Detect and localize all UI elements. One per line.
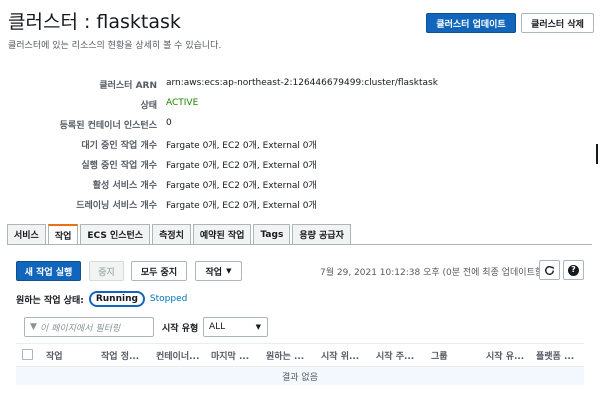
filter-icon: ▼ (30, 322, 37, 332)
running-filter-pill[interactable]: Running (88, 291, 145, 307)
detail-row-status: 상태 ACTIVE (0, 98, 600, 114)
tabs-divider (7, 244, 592, 245)
column-header[interactable]: 시작 위... (321, 349, 371, 362)
desired-state-row: 원하는 작업 상태: Running Stopped (16, 291, 187, 307)
update-cluster-button[interactable]: 클러스터 업데이트 (426, 13, 516, 33)
column-header[interactable]: 마지막 ... (211, 349, 261, 362)
page-title: 클러스터 : flasktask (8, 11, 181, 33)
detail-row-running-tasks: 실행 중인 작업 개수 Fargate 0개, EC2 0개, External… (0, 158, 600, 174)
detail-row-pending-tasks: 대기 중인 작업 개수 Fargate 0개, EC2 0개, External… (0, 138, 600, 154)
refresh-icon (545, 265, 554, 275)
tab-metrics[interactable]: 측정치 (152, 224, 191, 244)
detail-value: Fargate 0개, EC2 0개, External 0개 (166, 161, 317, 171)
tab-tasks[interactable]: 작업 (47, 224, 79, 245)
filter-placeholder: 이 페이지에서 필터링 (39, 323, 121, 334)
column-header[interactable]: 플랫폼 ... (536, 349, 582, 362)
actions-label: 작업 (205, 267, 223, 278)
detail-value: Fargate 0개, EC2 0개, External 0개 (166, 181, 317, 191)
actions-dropdown-button[interactable]: 작업 ▼ (195, 261, 242, 281)
detail-row-container-instances: 등록된 컨테이너 인스턴스 0 (0, 118, 600, 134)
detail-value: Fargate 0개, EC2 0개, External 0개 (166, 201, 317, 211)
tab-bar: 서비스 작업 ECS 인스턴스 측정치 예약된 작업 Tags 용량 공급자 (7, 224, 353, 245)
filter-input[interactable]: ▼ 이 페이지에서 필터링 (24, 317, 154, 337)
column-header[interactable]: 시작 유... (486, 349, 531, 362)
column-header[interactable]: 작업 (46, 349, 96, 362)
run-new-task-button[interactable]: 새 작업 실행 (16, 261, 81, 281)
detail-value: arn:aws:ecs:ap-northeast-2:126446679499:… (166, 78, 438, 88)
desired-state-label: 원하는 작업 상태: (16, 295, 84, 306)
tab-ecs-instances[interactable]: ECS 인스턴스 (80, 224, 151, 244)
detail-label: 드레이닝 서비스 개수 (76, 201, 157, 211)
delete-cluster-button[interactable]: 클러스터 삭제 (521, 13, 594, 33)
status-value: ACTIVE (166, 98, 199, 108)
tab-tags[interactable]: Tags (253, 224, 291, 244)
launch-type-value: ALL (209, 322, 226, 332)
question-icon: ? (568, 264, 579, 276)
launch-type-label: 시작 유형 (162, 324, 199, 334)
help-button[interactable]: ? (563, 260, 584, 280)
detail-value: 0 (166, 118, 172, 128)
tab-services[interactable]: 서비스 (7, 224, 46, 244)
launch-type-select[interactable]: ALL ▼ (203, 317, 268, 337)
tab-capacity-providers[interactable]: 용량 공급자 (292, 224, 351, 244)
tab-scheduled-tasks[interactable]: 예약된 작업 (192, 224, 252, 244)
column-header[interactable]: 원하는 ... (266, 349, 316, 362)
column-header[interactable]: 그룹 (431, 349, 481, 362)
empty-results-row: 결과 없음 (16, 367, 584, 385)
detail-label: 클러스터 ARN (99, 81, 157, 91)
refresh-button[interactable] (539, 260, 560, 280)
caret-down-icon: ▼ (226, 267, 232, 275)
table-header: 작업 작업 정... 컨테이너... 마지막 ... 원하는 ... 시작 위.… (16, 343, 584, 367)
stop-all-button[interactable]: 모두 중지 (131, 261, 187, 281)
column-header[interactable]: 컨테이너... (156, 349, 206, 362)
page-subtitle: 클러스터에 있는 리소스의 현황을 상세히 볼 수 있습니다. (8, 41, 222, 51)
detail-value: Fargate 0개, EC2 0개, External 0개 (166, 141, 317, 151)
stopped-filter-link[interactable]: Stopped (150, 294, 187, 304)
select-all-checkbox[interactable] (22, 349, 33, 360)
caret-down-icon: ▼ (255, 323, 261, 331)
detail-label: 등록된 컨테이너 인스턴스 (59, 121, 157, 131)
column-header[interactable]: 작업 정... (101, 349, 151, 362)
detail-label: 실행 중인 작업 개수 (81, 161, 157, 171)
detail-row-draining-services: 드레이닝 서비스 개수 Fargate 0개, EC2 0개, External… (0, 198, 600, 214)
detail-label: 대기 중인 작업 개수 (81, 141, 157, 151)
column-header[interactable]: 시작 주... (376, 349, 426, 362)
detail-row-active-services: 활성 서비스 개수 Fargate 0개, EC2 0개, External 0… (0, 178, 600, 194)
last-updated-text: 7월 29, 2021 10:12:38 오후 (0분 전에 최종 업데이트함 (320, 268, 544, 278)
detail-label: 상태 (140, 101, 157, 111)
detail-row-arn: 클러스터 ARN arn:aws:ecs:ap-northeast-2:1264… (0, 78, 600, 94)
detail-label: 활성 서비스 개수 (92, 181, 157, 191)
stop-button[interactable]: 중지 (89, 261, 124, 281)
